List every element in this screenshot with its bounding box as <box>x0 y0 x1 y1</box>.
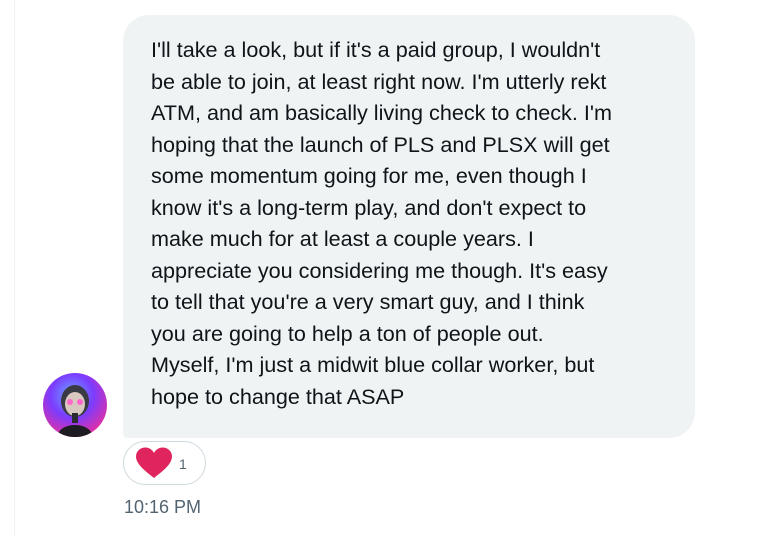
conversation-divider <box>14 0 15 536</box>
message-bubble[interactable]: I'll take a look, but if it's a paid gro… <box>123 15 695 438</box>
reaction-badge[interactable]: 1 <box>123 441 206 485</box>
heart-icon <box>135 447 173 479</box>
reaction-count: 1 <box>179 456 187 472</box>
sender-avatar[interactable] <box>43 373 107 437</box>
message-timestamp: 10:16 PM <box>124 497 202 517</box>
